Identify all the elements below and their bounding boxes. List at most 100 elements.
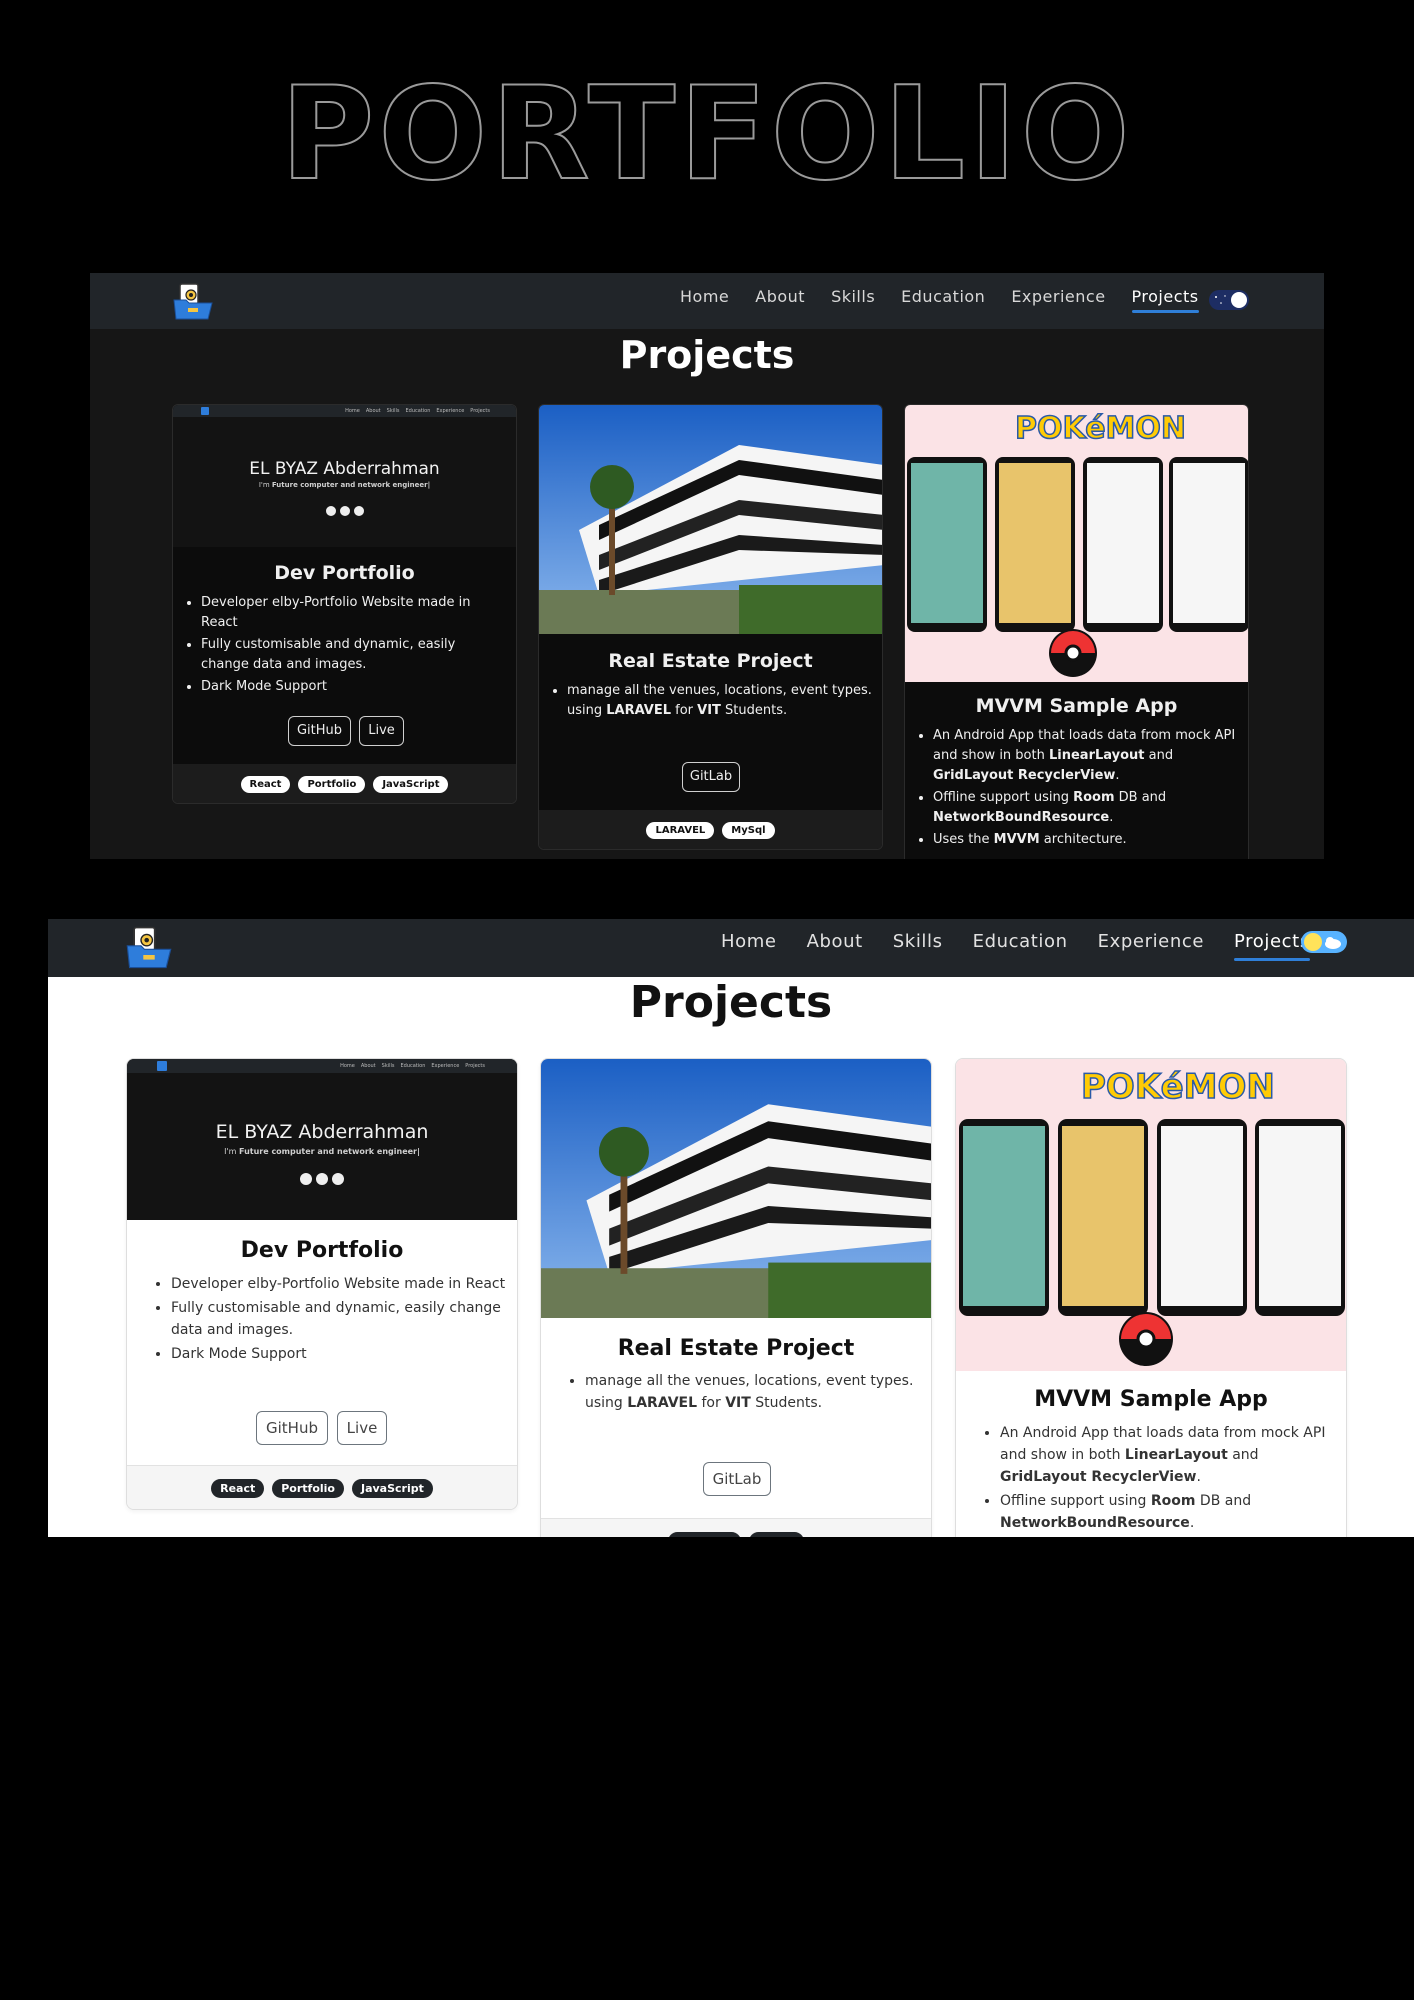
bullet-text: and: [1144, 748, 1174, 763]
nav-about[interactable]: About: [755, 287, 805, 306]
nav-projects[interactable]: Projects: [1131, 287, 1199, 313]
project-card-real-estate: Real Estate Project manage all the venue…: [540, 1058, 932, 1537]
mini-nav-link: Home: [345, 408, 360, 414]
mini-nav-link: Experience: [431, 1063, 460, 1069]
bullet-bold: LARAVEL: [606, 703, 672, 718]
bullet-bold: GridLayout RecyclerView: [933, 768, 1116, 783]
tag-badge: React: [240, 775, 291, 793]
bullet: Dark Mode Support: [201, 677, 501, 697]
nav-education[interactable]: Education: [901, 287, 985, 306]
theme-toggle[interactable]: [1301, 931, 1347, 953]
bullet: Fully customisable and dynamic, easily c…: [201, 635, 501, 675]
github-button[interactable]: GitHub: [288, 716, 351, 746]
tag-badge: LARAVEL: [646, 821, 715, 839]
mini-nav-link: About: [365, 408, 381, 414]
bullet: Developer elby-Portfolio Website made in…: [201, 593, 501, 633]
mini-nav-link: Skills: [386, 408, 400, 414]
bullet-bold: LinearLayout: [1048, 748, 1145, 763]
tag-badge: React: [211, 1479, 265, 1498]
card-tags: React Portfolio JavaScript: [127, 1465, 517, 1509]
phones-illustration: [907, 457, 1248, 677]
card-title: MVVM Sample App: [975, 695, 1178, 717]
card-title: Real Estate Project: [617, 1336, 855, 1361]
toggle-knob: [1231, 292, 1247, 308]
tag-badge: LARAVEL: [667, 1532, 741, 1537]
tag-badge: JavaScript: [373, 775, 449, 793]
bullet-bold: VIT: [697, 703, 721, 718]
nav-experience[interactable]: Experience: [1098, 931, 1204, 952]
nav-skills[interactable]: Skills: [831, 287, 875, 306]
mini-logo-icon: [157, 1061, 167, 1071]
card-tags: LARAVEL MySql: [539, 810, 882, 849]
bullet: Fully customisable and dynamic, easily c…: [171, 1297, 511, 1341]
mini-nav-link: Home: [340, 1063, 355, 1069]
preview-social-icons: [173, 506, 516, 516]
nav-experience[interactable]: Experience: [1011, 287, 1105, 306]
preview-name: EL BYAZ Abderrahman: [249, 459, 440, 479]
nav-links: Home About Skills Education Experience P…: [721, 931, 1310, 961]
nav-links: Home About Skills Education Experience P…: [680, 287, 1199, 313]
card-title: MVVM Sample App: [1034, 1387, 1268, 1412]
logo-icon[interactable]: [125, 925, 173, 969]
card-bullets: Developer elby-Portfolio Website made in…: [201, 593, 501, 699]
project-card-real-estate: Real Estate Project manage all the venue…: [538, 404, 883, 850]
bullet-text: Students.: [750, 1395, 823, 1411]
bullet-bold: NetworkBoundResource: [933, 810, 1110, 825]
bullet-text: architecture.: [1039, 832, 1127, 847]
dev-portfolio-preview: Home About Skills Education Experience P…: [173, 405, 516, 547]
tag-badge: Portfolio: [272, 1479, 344, 1498]
nav-education[interactable]: Education: [973, 931, 1068, 952]
preview-name: EL BYAZ Abderrahman: [215, 1121, 429, 1143]
live-button[interactable]: Live: [337, 1411, 387, 1445]
pokemon-app-image: POKéMON: [905, 405, 1248, 682]
bullet-text: and: [1227, 1447, 1259, 1463]
bullet-text: Uses the: [933, 832, 994, 847]
section-title: Projects: [619, 333, 795, 377]
card-bullets: manage all the venues, locations, event …: [585, 1370, 930, 1416]
bullet-bold: VIT: [725, 1395, 751, 1411]
github-button[interactable]: GitHub: [256, 1411, 328, 1445]
bullet-text: .: [1109, 810, 1114, 825]
logo-icon[interactable]: [172, 282, 214, 320]
bullet: Dark Mode Support: [171, 1343, 511, 1365]
project-card-dev-portfolio: Home About Skills Education Experience P…: [172, 404, 517, 804]
bullet: manage all the venues, locations, event …: [567, 681, 872, 721]
dev-portfolio-preview: Home About Skills Education Experience P…: [127, 1059, 517, 1220]
theme-toggle[interactable]: [1209, 290, 1249, 310]
project-card-mvvm: POKéMON MVVM Sample App An Android App t…: [955, 1058, 1347, 1537]
pokemon-app-image: POKéMON: [956, 1059, 1346, 1371]
card-bullets: An Android App that loads data from mock…: [933, 726, 1243, 852]
bullet: Uses the MVVM architecture.: [933, 830, 1243, 850]
social-icon: [339, 506, 350, 516]
bullet-text: .: [1189, 1515, 1195, 1531]
nav-about[interactable]: About: [807, 931, 863, 952]
preview-tagline-bold: Future computer and network engineer|: [271, 481, 431, 489]
bullet-bold: MVVM: [993, 832, 1040, 847]
bullet-bold: GridLayout RecyclerView: [1000, 1469, 1197, 1485]
bullet-text: DB and: [1195, 1493, 1252, 1509]
bullet-bold: Room: [1150, 1493, 1196, 1509]
social-icon: [316, 1173, 328, 1185]
bullet-bold: Room: [1073, 790, 1115, 805]
hero-title: PORTFOLIO: [280, 60, 1134, 209]
nav-home[interactable]: Home: [721, 931, 777, 952]
bullet: Uses the MVVM architecture.: [1000, 1536, 1345, 1537]
preview-tagline: I'm Future computer and network engineer…: [127, 1147, 517, 1156]
bullet: Developer elby-Portfolio Website made in…: [171, 1273, 511, 1295]
nav-home[interactable]: Home: [680, 287, 729, 306]
live-button[interactable]: Live: [359, 716, 404, 746]
gitlab-button[interactable]: GitLab: [682, 762, 740, 792]
dark-mode-screenshot: Home About Skills Education Experience P…: [90, 273, 1324, 859]
social-icon: [332, 1173, 344, 1185]
mini-nav-link: Skills: [381, 1063, 395, 1069]
preview-tagline-prefix: I'm: [224, 1147, 239, 1156]
nav-projects[interactable]: Projects: [1234, 931, 1310, 961]
mini-nav-link: Projects: [465, 1063, 485, 1069]
gitlab-button[interactable]: GitLab: [703, 1462, 771, 1496]
mini-nav-link: Experience: [436, 408, 465, 414]
bullet-bold: NetworkBoundResource: [1000, 1515, 1190, 1531]
nav-skills[interactable]: Skills: [893, 931, 943, 952]
card-title: Dev Portfolio: [274, 562, 415, 584]
bullet: An Android App that loads data from mock…: [933, 726, 1243, 786]
bullet-bold: LinearLayout: [1124, 1447, 1228, 1463]
